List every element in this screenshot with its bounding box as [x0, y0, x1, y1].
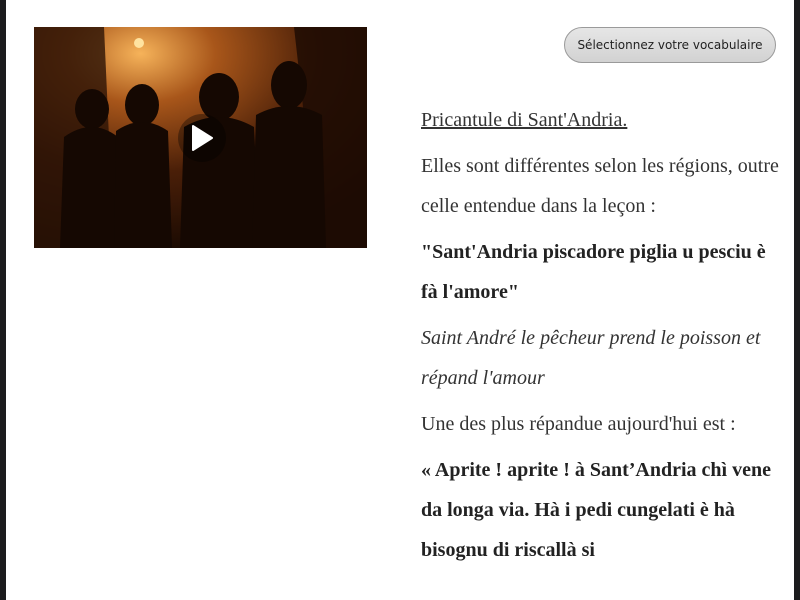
corsican-saying-1: "Sant'Andria piscadore piglia u pesciu è… [421, 241, 766, 303]
play-button[interactable] [178, 114, 226, 162]
lesson-text: Pricantule di Sant'Andria. Elles sont di… [421, 100, 781, 576]
play-icon [192, 125, 213, 151]
second-saying-intro: Une des plus répandue aujourd'hui est : [421, 413, 736, 435]
select-vocabulary-button[interactable]: Sélectionnez votre vocabulaire [564, 27, 776, 63]
corsican-saying-2: « Aprite ! aprite ! à Sant’Andria chì ve… [421, 459, 771, 561]
intro-paragraph: Elles sont différentes selon les régions… [421, 155, 779, 217]
lesson-title: Pricantule di Sant'Andria. [421, 109, 628, 131]
page: Sélectionnez votre vocabulaire Pricantul… [6, 0, 794, 600]
french-translation-1: Saint André le pêcheur prend le poisson … [421, 327, 761, 389]
video-player[interactable] [34, 27, 367, 248]
